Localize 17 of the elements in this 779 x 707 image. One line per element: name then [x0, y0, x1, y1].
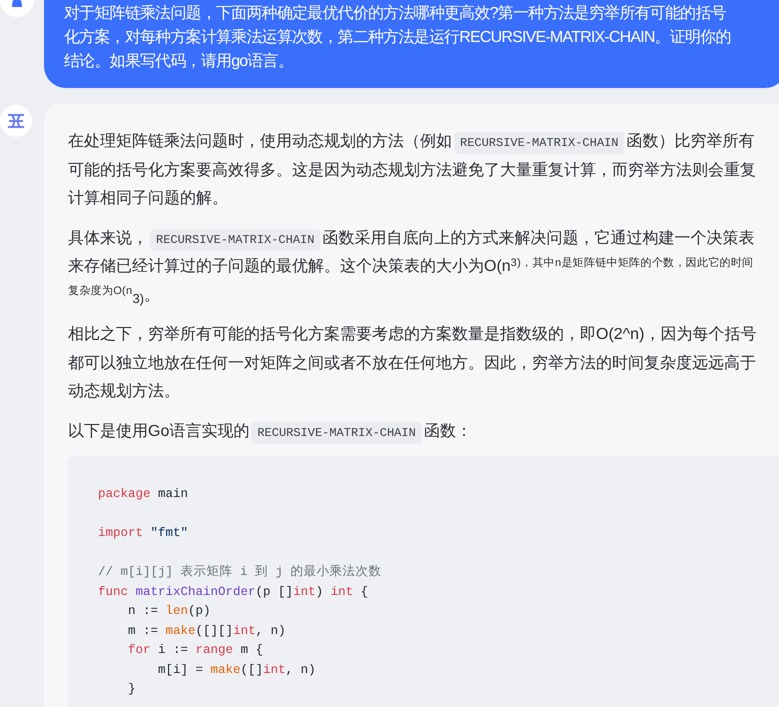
- logo-avatar-icon: [0, 105, 32, 137]
- code-line: func matrixChainOrder(p []int) int {: [98, 584, 368, 598]
- paragraph: 以下是使用Go语言实现的 RECURSIVE-MATRIX-CHAIN 函数：: [68, 418, 762, 446]
- code-line: for i := range m {: [128, 643, 264, 657]
- paragraph: 在处理矩阵链乘法问题时，使用动态规划的方法（例如 RECURSIVE-MATRIX-CHAIN 函数）比穷举所有可能的括号化方案要高效得多。这是因为动态规划方法避免了大量重复计算，而穷举方法则会重复计算相同子问题的解。: [68, 131, 757, 209]
- inline-code: RECURSIVE-MATRIX-CHAIN: [251, 422, 422, 444]
- code-line: // m[i][j] 表示矩阵 i 到 j 的最小乘法次数: [98, 565, 382, 579]
- code-line: m := make([][]int, n): [128, 624, 286, 638]
- code-line: package main: [98, 487, 188, 501]
- code-line: import "fmt": [98, 526, 188, 540]
- inline-code: RECURSIVE-MATRIX-CHAIN: [454, 132, 624, 154]
- user-message: 对于矩阵链乘法问题，下面两种确定最优代价的方法哪种更高效?第一种方法是穷举所有可能的括号化方案，对每种方案计算乘法运算次数，第二种方法是运行RECURSIVE-MATRIX-CHAIN。证明你的结论。如果写代码，请用go语言。: [44, 0, 779, 88]
- code-line: m[i] = make([]int, n): [158, 662, 316, 676]
- code-line: }: [128, 682, 136, 696]
- paragraph: 相比之下，穷举所有可能的括号化方案需要考虑的方案数量是指数级的，即O(2^n)，因为每个括号都可以独立地放在任何一对矩阵之间或者不放在任何地方。因此，穷举方法的时间复杂度远远高于动态规划方法。: [68, 324, 758, 402]
- inline-code: RECURSIVE-MATRIX-CHAIN: [150, 228, 320, 250]
- code-line: n := len(p): [128, 604, 211, 618]
